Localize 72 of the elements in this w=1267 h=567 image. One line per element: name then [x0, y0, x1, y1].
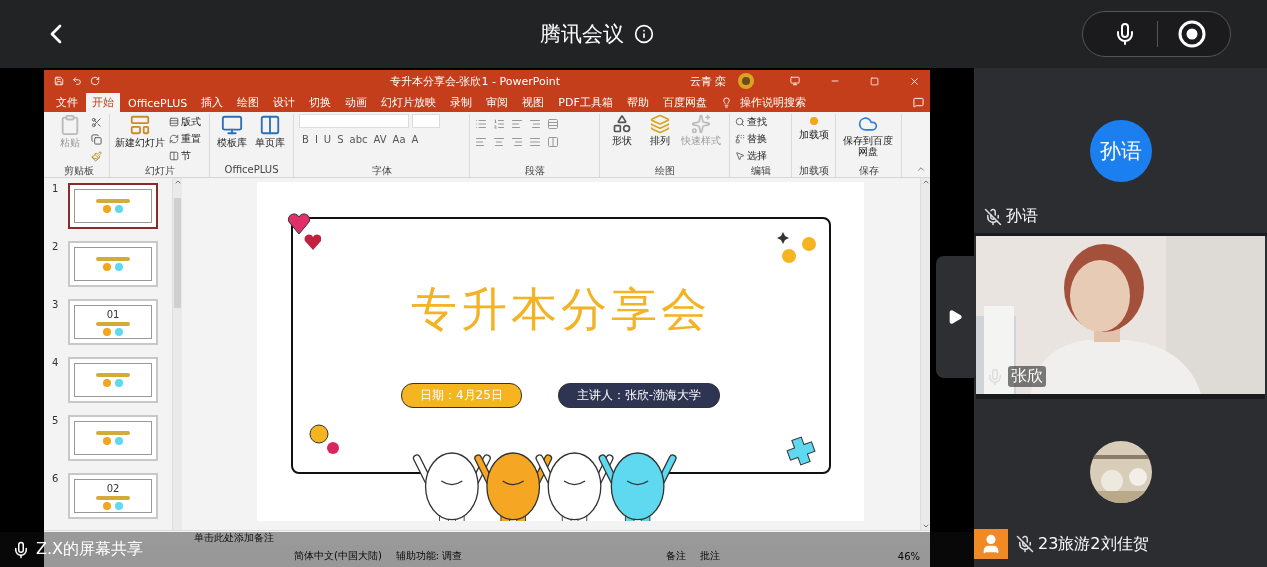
- ribbon-button[interactable]: 重置: [169, 131, 201, 147]
- ribbon-tab[interactable]: 幻灯片放映: [375, 93, 443, 112]
- ribbon-tab[interactable]: 百度网盘: [656, 93, 713, 112]
- slide-number: 1: [52, 183, 60, 196]
- ribbon-tab[interactable]: 设计: [267, 93, 302, 112]
- thumbnail-heading: 02: [106, 482, 120, 494]
- speaker-label: 主讲人：张欣-渤海大学: [557, 383, 721, 408]
- slide-thumbnail[interactable]: 01: [68, 299, 158, 345]
- ribbon-tab[interactable]: 文件: [50, 93, 84, 112]
- slide-number: 3: [52, 299, 60, 312]
- ribbon-button[interactable]: 查找: [735, 114, 767, 130]
- format-button[interactable]: S: [334, 134, 347, 145]
- slide-number: 5: [52, 415, 60, 428]
- zoom-level[interactable]: 46%: [897, 550, 920, 562]
- ribbon-tab[interactable]: 开始: [86, 93, 120, 112]
- window-title: 专升本分享会-张欣1 - PowerPoint: [388, 73, 561, 89]
- slide-number: 4: [52, 357, 60, 370]
- format-button[interactable]: U: [320, 134, 335, 145]
- group-label: 幻灯片: [143, 164, 176, 177]
- format-button[interactable]: A: [408, 134, 422, 145]
- participant-name: 孙语: [1006, 206, 1038, 227]
- search-link[interactable]: 操作说明搜索: [733, 93, 812, 112]
- slide-number: 6: [52, 473, 60, 486]
- format-button[interactable]: abc: [346, 134, 371, 145]
- ribbon-button[interactable]: 加载项: [797, 114, 831, 140]
- ribbon-button[interactable]: 形状: [605, 114, 639, 146]
- group-label: OfficePLUS: [223, 164, 280, 177]
- ribbon-button[interactable]: 节: [169, 148, 201, 164]
- slide-thumbnail[interactable]: 02: [68, 473, 158, 519]
- date-label: 日期：4月25日: [400, 383, 522, 408]
- ribbon-button[interactable]: 版式: [169, 114, 201, 130]
- ribbon-button[interactable]: 保存到百度网盘: [841, 114, 895, 157]
- ribbon-button[interactable]: 模板库: [215, 114, 249, 148]
- ribbon-tab[interactable]: 动画: [339, 93, 374, 112]
- group-label: 加载项: [797, 164, 830, 177]
- ribbon-button[interactable]: 单页库: [253, 114, 287, 148]
- ribbon-button[interactable]: 新建幻灯片: [115, 114, 165, 148]
- meeting-title: 腾讯会议: [540, 21, 624, 48]
- group-label: 绘图: [653, 164, 676, 177]
- language-status: 简体中文(中国大陆): [294, 549, 382, 563]
- group-label: 字体: [370, 164, 393, 177]
- ribbon-tab[interactable]: 帮助: [620, 93, 655, 112]
- ribbon-tab[interactable]: 绘图: [231, 93, 266, 112]
- thumbnail-heading: 01: [106, 308, 120, 320]
- ribbon-button[interactable]: 选择: [735, 148, 767, 164]
- user-name: 云青 栾: [689, 73, 726, 89]
- accessibility-status: 辅助功能: 调查: [395, 549, 463, 563]
- group-label: 段落: [523, 164, 546, 177]
- group-label: 编辑: [749, 164, 772, 177]
- format-button[interactable]: I: [311, 134, 321, 145]
- ribbon-button[interactable]: 排列: [643, 114, 677, 146]
- ribbon-tab[interactable]: 录制: [444, 93, 479, 112]
- ribbon-tab[interactable]: PDF工具箱: [552, 93, 619, 112]
- ribbon-tab[interactable]: 切换: [303, 93, 338, 112]
- format-button[interactable]: B: [299, 134, 312, 145]
- participant-avatar: 孙语: [1089, 119, 1152, 182]
- format-button[interactable]: AV: [370, 134, 390, 145]
- ribbon-tab[interactable]: 插入: [195, 93, 230, 112]
- ribbon-tab[interactable]: 视图: [516, 93, 551, 112]
- notes-button[interactable]: 备注: [665, 549, 686, 563]
- group-label: 剪贴板: [62, 164, 95, 177]
- participant-name: 23旅游2刘佳贺: [1038, 533, 1149, 555]
- ribbon-tab[interactable]: OfficePLUS: [122, 95, 194, 112]
- participant-name: 张欣: [1008, 366, 1046, 387]
- ribbon-button[interactable]: 替换: [735, 131, 767, 147]
- group-label: 保存: [857, 164, 880, 177]
- ribbon-tab[interactable]: 审阅: [480, 93, 515, 112]
- notes-field[interactable]: 单击此处添加备注: [194, 531, 274, 545]
- slide-title: 专升本分享会: [410, 281, 711, 338]
- comments-button[interactable]: 批注: [699, 549, 720, 563]
- format-button[interactable]: Aa: [389, 134, 409, 145]
- slide-number: 2: [52, 241, 60, 254]
